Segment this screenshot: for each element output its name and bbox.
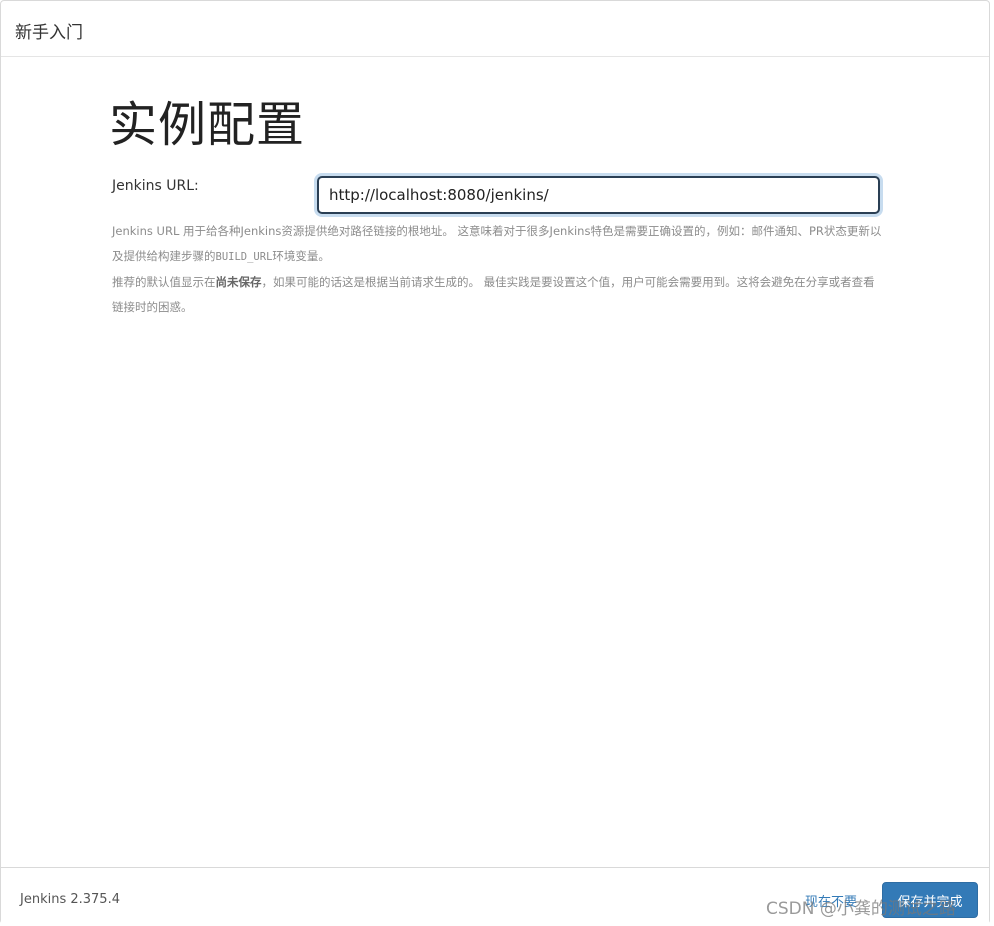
url-recommendation-text: 推荐的默认值显示在尚未保存，如果可能的话这是根据当前请求生成的。 最佳实践是要设…	[112, 270, 882, 320]
jenkins-url-label: Jenkins URL:	[112, 178, 199, 194]
save-and-finish-button[interactable]: 保存并完成	[882, 882, 978, 918]
dialog-footer: Jenkins 2.375.4 现在不要 保存并完成	[1, 867, 989, 925]
help-text-part: 环境变量。	[272, 249, 330, 263]
jenkins-version: Jenkins 2.375.4	[20, 892, 120, 907]
dialog-header: 新手入门	[1, 1, 989, 57]
page-title: 实例配置	[109, 97, 306, 153]
help-text-part: 推荐的默认值显示在	[112, 275, 216, 289]
build-url-code: BUILD_URL	[215, 251, 273, 263]
setup-wizard-dialog: 新手入门 实例配置 Jenkins URL: Jenkins URL 用于给各种…	[0, 0, 990, 925]
not-now-link[interactable]: 现在不要	[805, 891, 857, 910]
url-help-text: Jenkins URL 用于给各种Jenkins资源提供绝对路径链接的根地址。 …	[112, 219, 882, 270]
not-saved-emphasis: 尚未保存	[215, 275, 262, 289]
jenkins-url-input[interactable]	[317, 176, 880, 214]
dialog-title: 新手入门	[15, 23, 83, 43]
